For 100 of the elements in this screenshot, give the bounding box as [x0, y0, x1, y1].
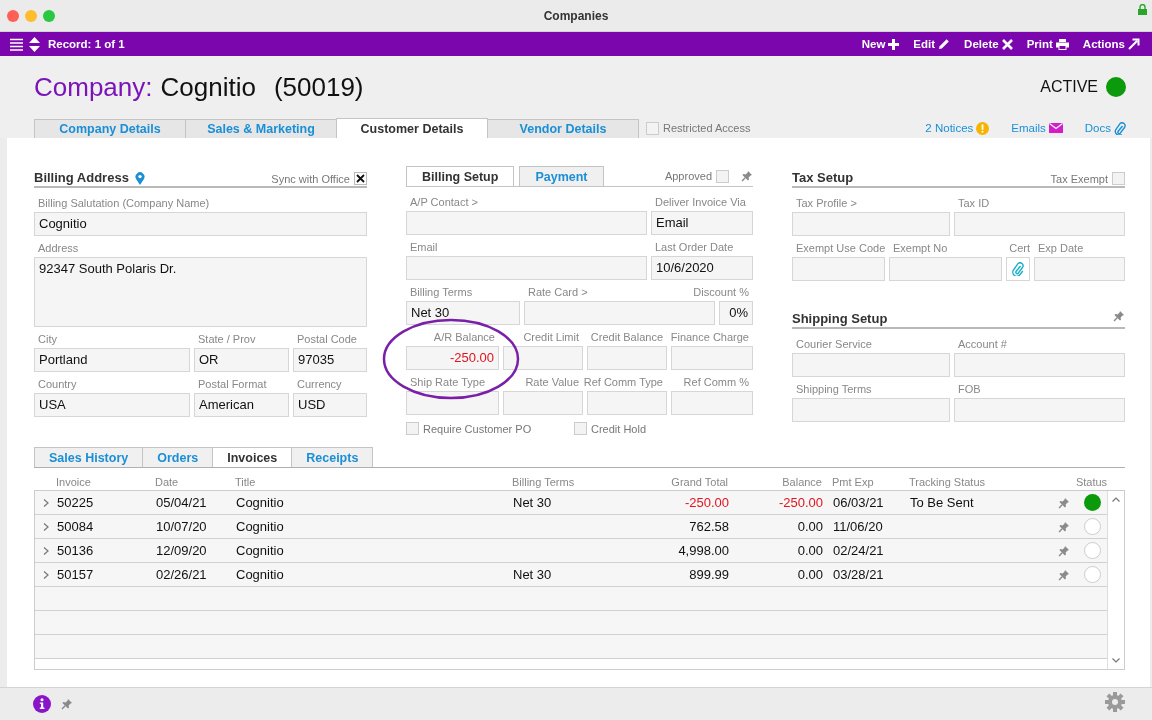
input-field[interactable] — [671, 346, 753, 370]
pin-icon — [741, 170, 753, 182]
input-field[interactable]: Net 30 — [406, 301, 520, 325]
input-field[interactable]: Cognitio — [34, 212, 367, 236]
envelope-icon — [1048, 123, 1063, 133]
field-label: Credit Limit — [523, 331, 580, 345]
pin-icon — [1057, 544, 1070, 557]
record-type-label: Company: — [34, 71, 153, 103]
field-label: Postal Format — [197, 378, 268, 392]
toolbar-button[interactable]: Actions — [1082, 38, 1140, 50]
field-label: Ref Comm % — [683, 376, 750, 390]
checkbox[interactable] — [646, 121, 659, 135]
field-label: Tax ID — [957, 197, 991, 211]
section-title: Shipping Setup — [792, 311, 888, 326]
checkbox-label: Tax Exempt — [1050, 172, 1108, 185]
table-cell-text: Cognitio — [236, 495, 285, 510]
input-field[interactable] — [406, 256, 647, 280]
toolbar-button[interactable]: Print — [1026, 38, 1069, 50]
input-field[interactable] — [889, 257, 1002, 281]
input-field[interactable] — [406, 211, 647, 235]
up-down-arrows-icon — [29, 36, 40, 52]
paperclip-icon — [1012, 262, 1024, 276]
field-label: Exp Date — [1037, 242, 1085, 256]
input-field[interactable] — [406, 391, 499, 415]
table-cell-text: -250.00 — [777, 495, 824, 510]
input-field[interactable] — [954, 212, 1125, 236]
field-label: Address — [37, 242, 80, 256]
table-cell-text: 762.58 — [688, 519, 730, 534]
input-field[interactable] — [671, 391, 753, 415]
checkbox[interactable] — [1112, 172, 1125, 185]
input-field[interactable]: OR — [194, 348, 289, 372]
checkbox-label: Credit Hold — [591, 422, 647, 435]
checkbox[interactable] — [406, 422, 419, 435]
checkbox[interactable] — [716, 169, 729, 183]
checkbox-label: Approved — [664, 170, 712, 182]
column-header: Invoice — [56, 476, 92, 488]
input-field[interactable] — [792, 398, 950, 422]
toolbar-button[interactable]: Delete — [964, 38, 1013, 50]
chevron-right-icon — [41, 545, 51, 556]
field-label: Finance Charge — [670, 331, 750, 345]
minimize-button[interactable] — [25, 9, 37, 22]
tab[interactable]: Customer Details — [336, 118, 488, 138]
company-number: (50019) — [273, 71, 364, 103]
column-header: Grand Total — [670, 476, 729, 488]
menu-icon — [10, 37, 23, 51]
toolbar-button[interactable]: New — [861, 38, 900, 50]
input-field[interactable] — [792, 257, 885, 281]
input-field[interactable] — [587, 346, 667, 370]
window-title: Companies — [543, 8, 609, 23]
input-field[interactable]: 92347 South Polaris Dr. — [34, 257, 367, 327]
chevron-right-icon — [41, 521, 51, 532]
company-name: Cognitio — [160, 71, 256, 103]
checkbox[interactable] — [574, 422, 587, 435]
input-field[interactable] — [792, 212, 950, 236]
input-field[interactable]: -250.00 — [406, 346, 499, 370]
table-cell-text: 50225 — [57, 495, 95, 510]
field-label: A/R Balance — [433, 331, 496, 345]
column-header: Date — [155, 476, 180, 488]
input-field[interactable] — [954, 398, 1125, 422]
table-cell-text: 12/09/20 — [156, 543, 208, 558]
table-cell-text: Cognitio — [236, 543, 285, 558]
section-title: Tax Setup — [792, 170, 854, 185]
attachment-button[interactable] — [1006, 257, 1030, 281]
input-field[interactable] — [524, 301, 715, 325]
input-field[interactable]: 10/6/2020 — [651, 256, 753, 280]
input-field[interactable] — [954, 353, 1125, 377]
input-field[interactable]: USA — [34, 393, 190, 417]
record-counter: Record: 1 of 1 — [48, 38, 125, 50]
input-field[interactable]: 97035 — [293, 348, 367, 372]
table-cell-text: 11/06/20 — [832, 519, 884, 534]
input-field[interactable] — [503, 346, 583, 370]
input-field[interactable]: American — [194, 393, 289, 417]
input-field[interactable]: Portland — [34, 348, 190, 372]
x-icon — [1001, 38, 1013, 50]
field-label: Currency — [296, 378, 343, 392]
table-cell-text: Cognitio — [236, 519, 285, 534]
tab[interactable]: Billing Setup — [406, 166, 515, 186]
input-field[interactable] — [1034, 257, 1125, 281]
table-cell-text: To Be Sent — [910, 495, 975, 510]
field-label: Courier Service — [795, 338, 873, 352]
zoom-button[interactable] — [43, 9, 55, 22]
paperclip-icon — [1114, 121, 1126, 135]
input-field[interactable] — [503, 391, 583, 415]
toolbar-button[interactable]: Edit — [913, 38, 951, 50]
field-label: Ship Rate Type — [409, 376, 486, 390]
checkbox[interactable] — [354, 172, 367, 185]
table-cell-text: 06/03/21 — [832, 495, 885, 510]
column-header: Billing Terms — [512, 476, 576, 488]
input-field[interactable]: USD — [293, 393, 367, 417]
close-button[interactable] — [7, 9, 19, 22]
input-field[interactable]: Email — [651, 211, 753, 235]
gear-icon — [1105, 692, 1125, 712]
input-field[interactable] — [587, 391, 667, 415]
table-cell-text: Net 30 — [513, 495, 553, 510]
input-field[interactable] — [792, 353, 950, 377]
input-field[interactable]: 0% — [719, 301, 753, 325]
table-cell-text: 50157 — [57, 567, 95, 582]
field-label: A/P Contact > — [409, 196, 479, 210]
chevron-down-icon — [1111, 655, 1121, 665]
checkbox-label: Require Customer PO — [423, 422, 532, 435]
